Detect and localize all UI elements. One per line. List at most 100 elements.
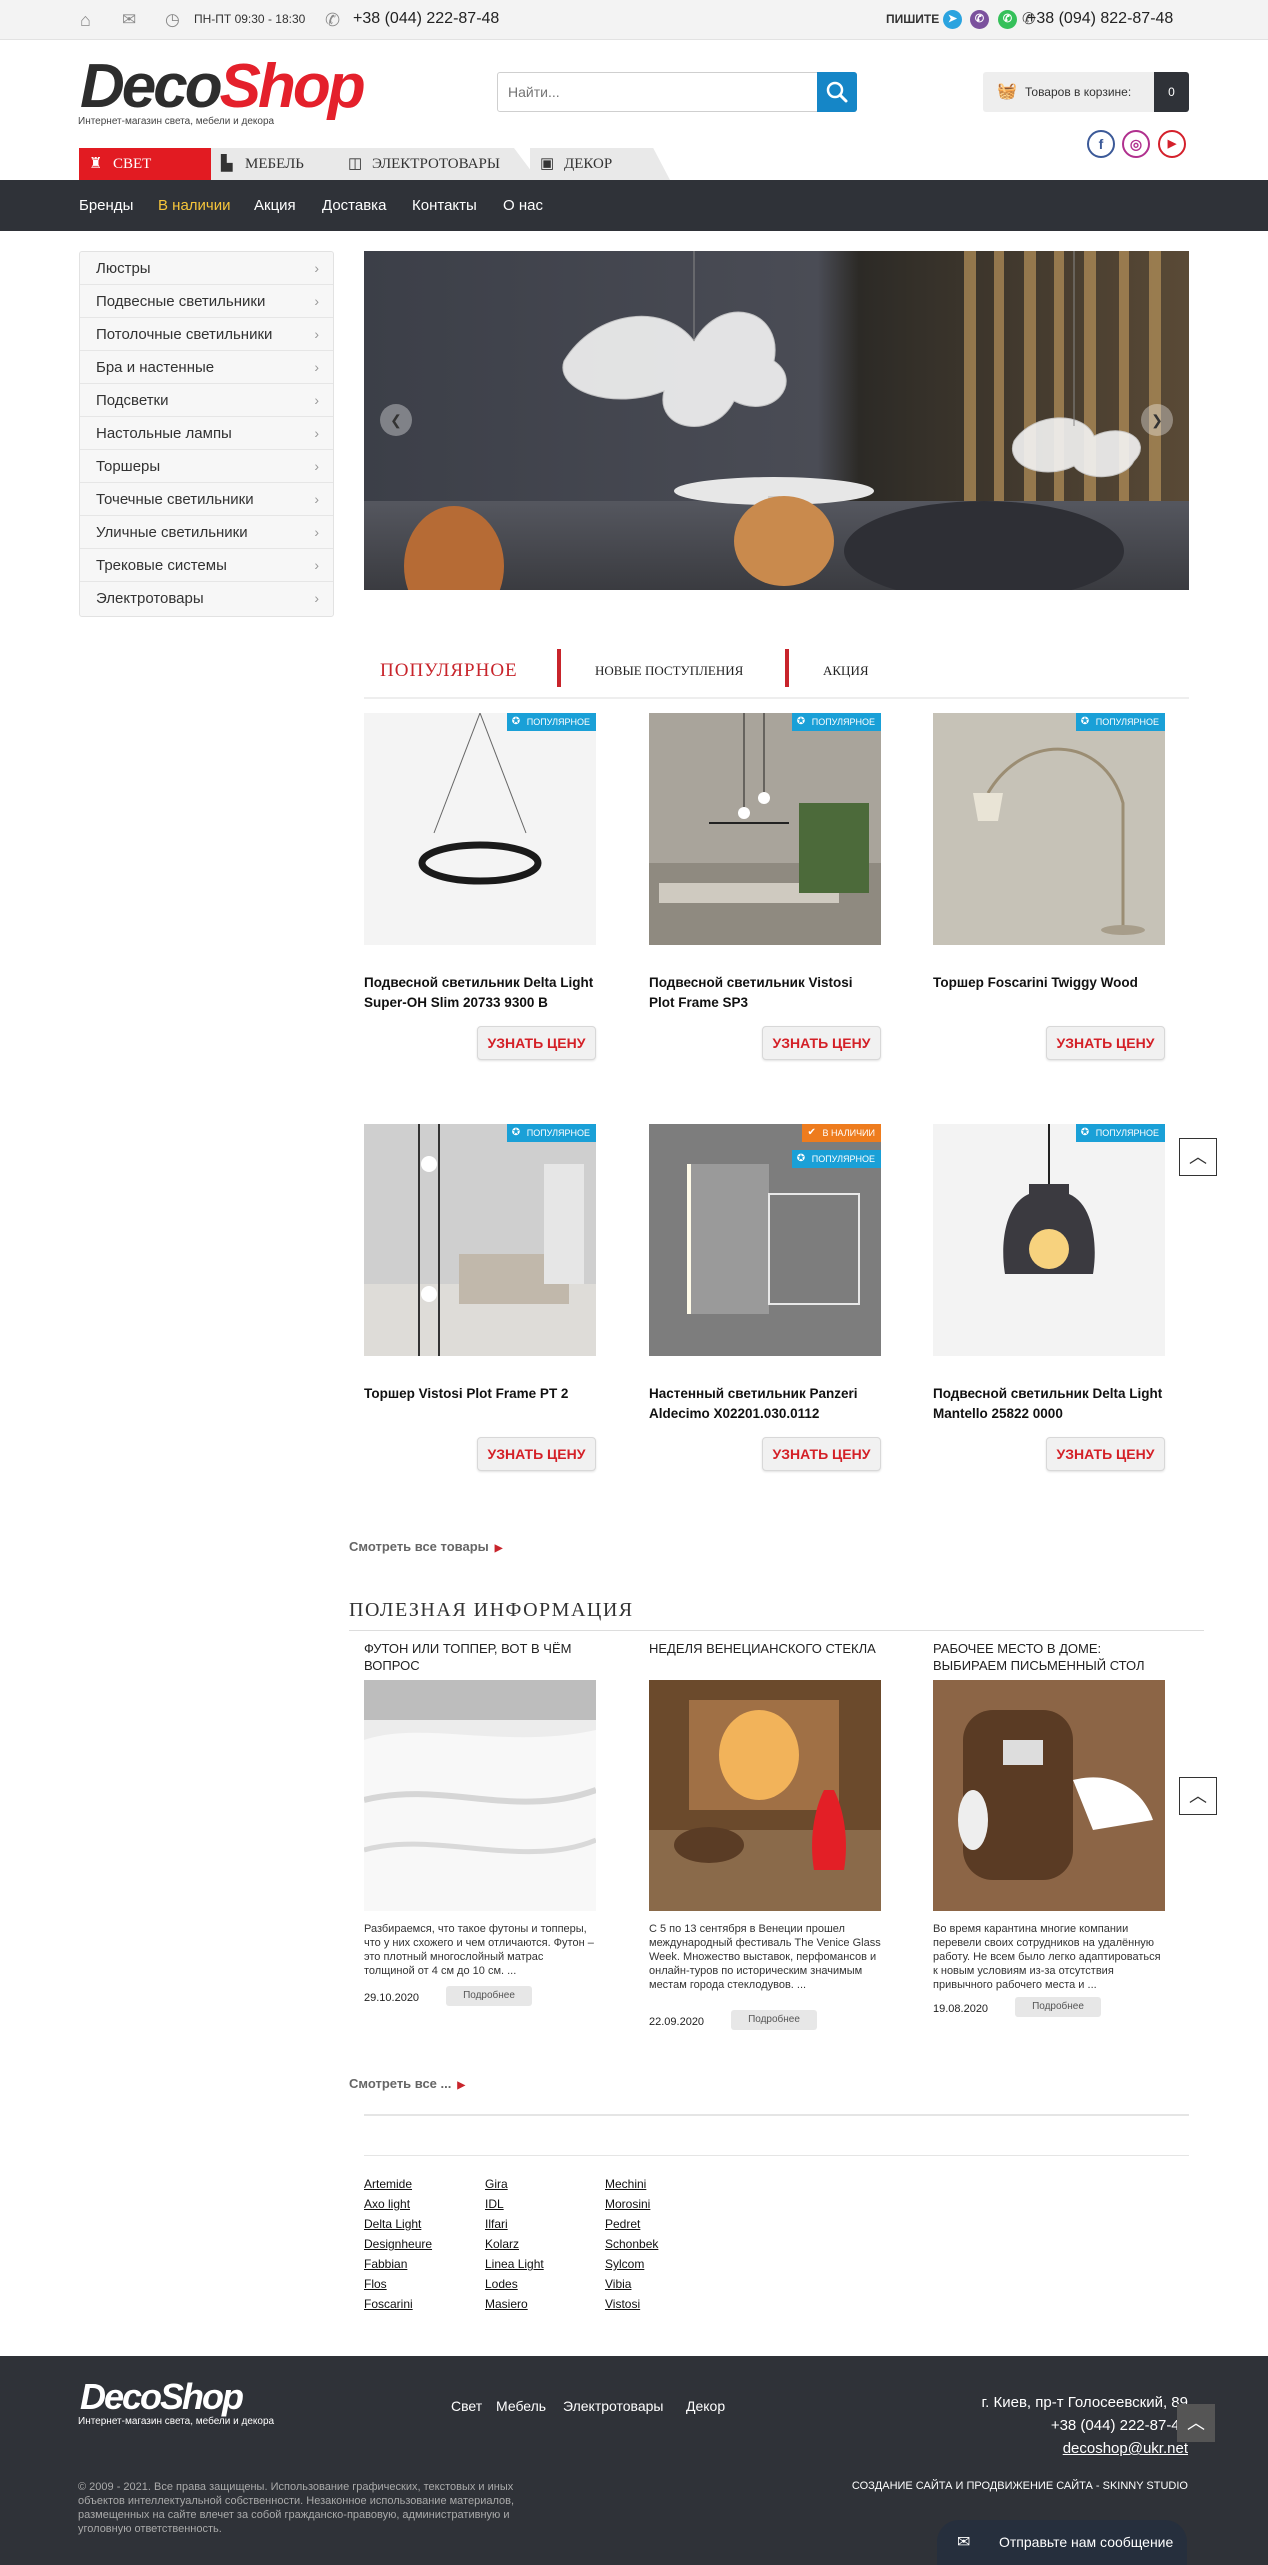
tab-svet[interactable]: ♜ СВЕТ bbox=[79, 148, 229, 180]
cart-count[interactable]: 0 bbox=[1154, 72, 1189, 112]
brand-link[interactable]: Designheure bbox=[364, 2237, 432, 2251]
sidebar-item-ceiling[interactable]: Потолочные светильники › bbox=[80, 318, 333, 351]
brand-link[interactable]: Foscarini bbox=[364, 2297, 413, 2311]
brand-link[interactable]: Pedret bbox=[605, 2217, 640, 2231]
slider-next-button[interactable]: ❯ bbox=[1141, 404, 1173, 436]
tab-new[interactable]: НОВЫЕ ПОСТУПЛЕНИЯ bbox=[595, 645, 743, 697]
product-image[interactable] bbox=[364, 713, 596, 945]
article-image[interactable] bbox=[364, 1680, 596, 1911]
cart-button[interactable]: 🧺 Товаров в корзине: bbox=[983, 72, 1154, 112]
product-name[interactable]: Подвесной светильник Delta Light Super-O… bbox=[364, 973, 596, 1013]
send-message-widget[interactable]: ✉ Отправьте нам сообщение bbox=[937, 2520, 1187, 2565]
brand-link[interactable]: Delta Light bbox=[364, 2217, 421, 2231]
brand-link[interactable]: Morosini bbox=[605, 2197, 650, 2211]
telegram-icon[interactable]: ➤ bbox=[943, 10, 962, 29]
sidebar-item-track[interactable]: Трековые системы › bbox=[80, 549, 333, 582]
brand-link[interactable]: Schonbek bbox=[605, 2237, 658, 2251]
scroll-top-button[interactable]: ︿ bbox=[1179, 1138, 1217, 1176]
get-price-button[interactable]: УЗНАТЬ ЦЕНУ bbox=[1046, 1437, 1165, 1471]
tab-electro[interactable]: ◫ ЭЛЕКТРОТОВАРЫ bbox=[338, 148, 538, 180]
home-icon[interactable]: ⌂ bbox=[80, 10, 91, 30]
brand-link[interactable]: Flos bbox=[364, 2277, 387, 2291]
footer-link-decor[interactable]: Декор bbox=[686, 2398, 725, 2414]
brand-link[interactable]: Kolarz bbox=[485, 2237, 519, 2251]
phone-number-2[interactable]: +38 (094) 822-87-48 bbox=[1027, 10, 1173, 28]
nav-contacts[interactable]: Контакты bbox=[412, 197, 477, 214]
product-image[interactable] bbox=[649, 713, 881, 945]
get-price-button[interactable]: УЗНАТЬ ЦЕНУ bbox=[477, 1437, 596, 1471]
brand-link[interactable]: Artemide bbox=[364, 2177, 412, 2191]
brand-link[interactable]: Ilfari bbox=[485, 2217, 508, 2231]
product-image[interactable] bbox=[933, 1124, 1165, 1356]
brand-link[interactable]: Vistosi bbox=[605, 2297, 640, 2311]
sidebar-item-electro[interactable]: Электротовары › bbox=[80, 582, 333, 615]
brand-link[interactable]: Vibia bbox=[605, 2277, 631, 2291]
youtube-icon[interactable]: ▶ bbox=[1158, 130, 1186, 158]
site-logo[interactable]: DecoShop bbox=[80, 55, 366, 119]
brand-link[interactable]: Mechini bbox=[605, 2177, 646, 2191]
article-more-button[interactable]: Подробнее bbox=[446, 1986, 532, 2006]
sidebar-item-table-lamps[interactable]: Настольные лампы › bbox=[80, 417, 333, 450]
nav-delivery[interactable]: Доставка bbox=[322, 197, 386, 214]
get-price-button[interactable]: УЗНАТЬ ЦЕНУ bbox=[762, 1437, 881, 1471]
article-image[interactable] bbox=[649, 1680, 881, 1911]
brand-link[interactable]: Lodes bbox=[485, 2277, 518, 2291]
nav-brands[interactable]: Бренды bbox=[79, 197, 133, 214]
sidebar-item-outdoor[interactable]: Уличные светильники › bbox=[80, 516, 333, 549]
hero-slider[interactable]: ❮ ❯ bbox=[364, 251, 1189, 590]
phone-number-1[interactable]: +38 (044) 222-87-48 bbox=[353, 10, 499, 28]
product-image[interactable] bbox=[364, 1124, 596, 1356]
scroll-top-button[interactable]: ︿ bbox=[1179, 1777, 1217, 1815]
sidebar-item-pendant[interactable]: Подвесные светильники › bbox=[80, 285, 333, 318]
scroll-top-button[interactable]: ︿ bbox=[1177, 2404, 1215, 2442]
footer-studio-link[interactable]: СОЗДАНИЕ САЙТА И ПРОДВИЖЕНИЕ САЙТА - SKI… bbox=[852, 2480, 1188, 2492]
product-image[interactable] bbox=[933, 713, 1165, 945]
search-input[interactable] bbox=[508, 81, 808, 103]
footer-link-electro[interactable]: Электротовары bbox=[563, 2398, 663, 2414]
brand-link[interactable]: IDL bbox=[485, 2197, 504, 2211]
article-more-button[interactable]: Подробнее bbox=[1015, 1997, 1101, 2017]
product-name[interactable]: Торшер Foscarini Twiggy Wood bbox=[933, 973, 1165, 993]
sidebar-item-chandeliers[interactable]: Люстры › bbox=[80, 252, 333, 285]
product-name[interactable]: Подвесной светильник Delta Light Mantell… bbox=[933, 1384, 1165, 1424]
article-title[interactable]: ФУТОН ИЛИ ТОППЕР, ВОТ В ЧЁМ ВОПРОС bbox=[364, 1640, 596, 1674]
brand-link[interactable]: Fabbian bbox=[364, 2257, 407, 2271]
get-price-button[interactable]: УЗНАТЬ ЦЕНУ bbox=[1046, 1026, 1165, 1060]
sidebar-item-backlight[interactable]: Подсветки › bbox=[80, 384, 333, 417]
sidebar-item-floor-lamps[interactable]: Торшеры › bbox=[80, 450, 333, 483]
footer-phone[interactable]: +38 (044) 222-87-48 bbox=[1051, 2417, 1188, 2434]
search-button[interactable] bbox=[817, 72, 857, 112]
view-all-products-link[interactable]: Смотреть все товары ▶ bbox=[349, 1539, 502, 1554]
tab-decor[interactable]: ▣ ДЕКОР bbox=[530, 148, 670, 180]
footer-link-mebel[interactable]: Мебель bbox=[496, 2398, 546, 2414]
viber-icon[interactable]: ✆ bbox=[970, 10, 989, 29]
get-price-button[interactable]: УЗНАТЬ ЦЕНУ bbox=[477, 1026, 596, 1060]
nav-sale[interactable]: Акция bbox=[254, 197, 296, 214]
article-more-button[interactable]: Подробнее bbox=[731, 2010, 817, 2030]
brand-link[interactable]: Axo light bbox=[364, 2197, 410, 2211]
nav-in-stock[interactable]: В наличии bbox=[158, 197, 231, 214]
product-name[interactable]: Настенный светильник Panzeri Aldecimo X0… bbox=[649, 1384, 881, 1424]
instagram-icon[interactable]: ◎ bbox=[1122, 130, 1150, 158]
sidebar-item-spotlights[interactable]: Точечные светильники › bbox=[80, 483, 333, 516]
footer-link-svet[interactable]: Свет bbox=[451, 2398, 482, 2414]
mail-icon[interactable]: ✉ bbox=[122, 10, 136, 30]
get-price-button[interactable]: УЗНАТЬ ЦЕНУ bbox=[762, 1026, 881, 1060]
nav-about[interactable]: О нас bbox=[503, 197, 543, 214]
facebook-icon[interactable]: f bbox=[1087, 130, 1115, 158]
article-title[interactable]: НЕДЕЛЯ ВЕНЕЦИАНСКОГО СТЕКЛА bbox=[649, 1640, 881, 1657]
brand-link[interactable]: Gira bbox=[485, 2177, 508, 2191]
whatsapp-icon[interactable]: ✆ bbox=[998, 10, 1017, 29]
article-title[interactable]: РАБОЧЕЕ МЕСТО В ДОМЕ: ВЫБИРАЕМ ПИСЬМЕННЫ… bbox=[933, 1640, 1165, 1674]
brand-link[interactable]: Linea Light bbox=[485, 2257, 544, 2271]
tab-popular[interactable]: ПОПУЛЯРНОЕ bbox=[380, 645, 518, 697]
brand-link[interactable]: Masiero bbox=[485, 2297, 528, 2311]
view-all-articles-link[interactable]: Смотреть все ... ▶ bbox=[349, 2076, 465, 2091]
slider-prev-button[interactable]: ❮ bbox=[380, 404, 412, 436]
tab-sale[interactable]: АКЦИЯ bbox=[823, 645, 869, 697]
brand-link[interactable]: Sylcom bbox=[605, 2257, 644, 2271]
footer-logo[interactable]: DecoShop bbox=[80, 2376, 244, 2418]
product-name[interactable]: Торшер Vistosi Plot Frame PT 2 bbox=[364, 1384, 596, 1404]
sidebar-item-wall[interactable]: Бра и настенные › bbox=[80, 351, 333, 384]
article-image[interactable] bbox=[933, 1680, 1165, 1911]
